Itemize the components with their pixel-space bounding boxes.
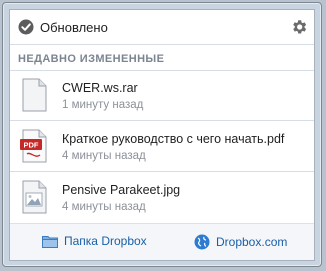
- recent-file-item[interactable]: Pensive Parakeet.jpg 4 минуты назад: [10, 172, 314, 222]
- dropbox-folder-link[interactable]: Папка Dropbox: [42, 234, 147, 248]
- file-time: 4 минуты назад: [62, 150, 146, 162]
- globe-icon: [194, 234, 210, 250]
- header-divider: [10, 44, 314, 45]
- dropbox-folder-label: Папка Dropbox: [64, 234, 147, 248]
- dropbox-web-link[interactable]: Dropbox.com: [194, 234, 287, 250]
- generic-file-icon: [22, 78, 47, 112]
- recent-file-item[interactable]: CWER.ws.rar 1 минуту назад: [10, 70, 314, 120]
- file-name: Pensive Parakeet.jpg: [62, 183, 181, 197]
- footer: Папка Dropbox Dropbox.com: [10, 223, 314, 260]
- file-time: 4 минуты назад: [62, 201, 146, 213]
- status-header: Обновлено: [10, 10, 314, 44]
- dropbox-window: Обновлено НЕДАВНО ИЗМЕНЕННЫЕ CWER.ws.rar…: [2, 2, 322, 267]
- folder-icon: [42, 236, 58, 248]
- image-file-icon: [22, 180, 47, 214]
- file-time: 1 минуту назад: [62, 99, 144, 111]
- pdf-badge-text: PDF: [24, 141, 39, 150]
- recent-section-title: НЕДАВНО ИЗМЕНЕННЫЕ: [18, 53, 165, 65]
- gear-icon[interactable]: [290, 18, 308, 36]
- file-name: CWER.ws.rar: [62, 81, 138, 95]
- dropbox-panel: Обновлено НЕДАВНО ИЗМЕНЕННЫЕ CWER.ws.rar…: [9, 9, 315, 261]
- dropbox-web-label: Dropbox.com: [216, 235, 288, 249]
- pdf-file-icon: PDF: [20, 129, 47, 163]
- file-name: Краткое руководство с чего начать.pdf: [62, 132, 285, 146]
- recent-file-item[interactable]: PDF Краткое руководство с чего начать.pd…: [10, 121, 314, 171]
- status-text: Обновлено: [40, 20, 108, 35]
- check-circle-icon: [18, 19, 34, 35]
